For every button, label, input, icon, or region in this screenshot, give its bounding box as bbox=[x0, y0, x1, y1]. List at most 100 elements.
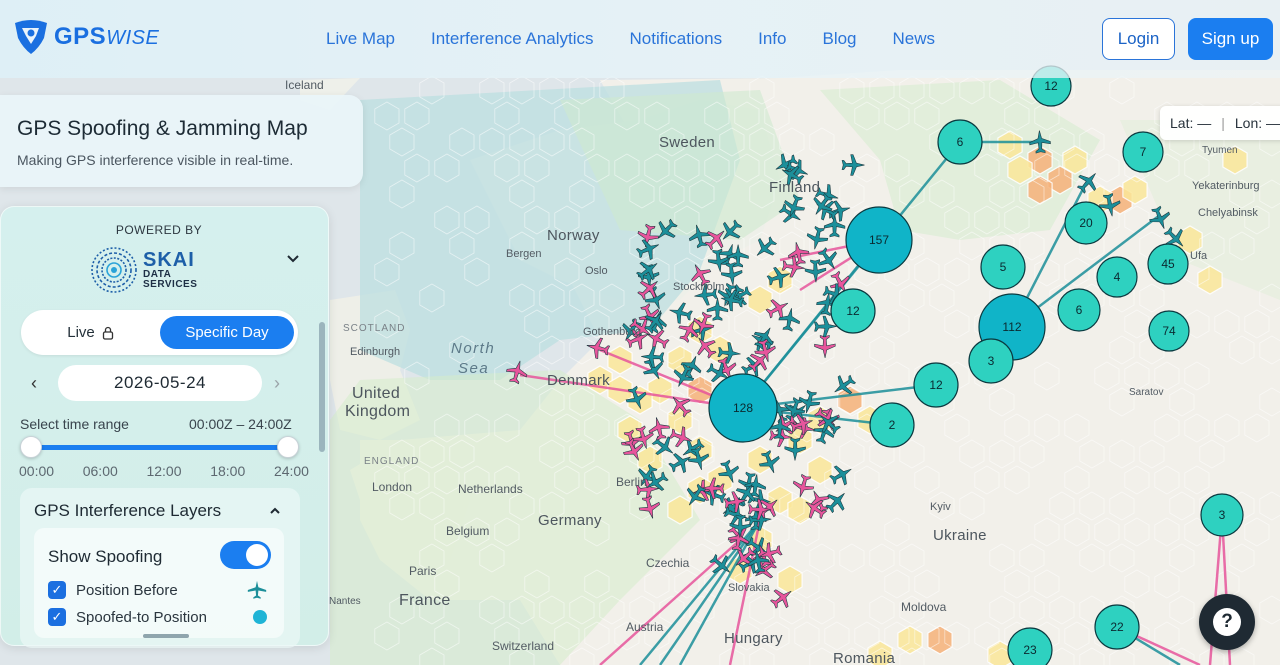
map-label-united: United bbox=[352, 385, 400, 403]
time-range-start-handle[interactable] bbox=[20, 436, 42, 458]
cluster-count: 128 bbox=[733, 401, 753, 415]
cluster-count: 112 bbox=[1002, 320, 1021, 334]
mode-toggle: Live Specific Day bbox=[21, 310, 298, 355]
cluster-marker[interactable]: 2 bbox=[870, 403, 914, 447]
login-button[interactable]: Login bbox=[1102, 18, 1175, 60]
map-label-sweden: Sweden bbox=[659, 134, 715, 151]
time-range-value: 00:00Z – 24:00Z bbox=[189, 416, 292, 432]
cluster-marker[interactable]: 12 bbox=[831, 289, 875, 333]
cluster-marker[interactable]: 157 bbox=[846, 207, 912, 273]
map-label-romania: Romania bbox=[833, 650, 895, 665]
tick-label: 12:00 bbox=[146, 463, 181, 479]
cluster-marker[interactable]: 6 bbox=[938, 120, 982, 164]
brand-logo[interactable]: GPSWISE bbox=[12, 18, 159, 56]
cluster-count: 157 bbox=[869, 233, 889, 247]
cluster-marker[interactable]: 20 bbox=[1065, 202, 1107, 244]
show-spoofing-toggle[interactable] bbox=[220, 541, 271, 569]
map-label-tyumen: Tyumen bbox=[1202, 145, 1238, 156]
cluster-count: 2 bbox=[889, 418, 896, 432]
cluster-count: 22 bbox=[1110, 620, 1124, 634]
map-label-paris: Paris bbox=[409, 564, 436, 578]
map-label-berlin: Berlin bbox=[616, 475, 647, 489]
cluster-marker[interactable]: 45 bbox=[1148, 244, 1188, 284]
cluster-count: 4 bbox=[1114, 270, 1121, 284]
map-label-london: London bbox=[372, 480, 412, 494]
cluster-marker[interactable]: 5 bbox=[981, 245, 1025, 289]
time-range-end-handle[interactable] bbox=[277, 436, 299, 458]
nav-news[interactable]: News bbox=[893, 29, 936, 49]
tick-label: 00:00 bbox=[19, 463, 54, 479]
cluster-count: 23 bbox=[1023, 643, 1037, 657]
mode-live-button[interactable]: Live bbox=[21, 310, 161, 355]
cluster-marker[interactable]: 3 bbox=[969, 339, 1013, 383]
interference-layers-section: GPS Interference Layers Show Spoofing ✓ … bbox=[20, 488, 300, 648]
cluster-count: 6 bbox=[1076, 303, 1083, 317]
chevron-down-icon[interactable] bbox=[285, 251, 301, 267]
map-label-austria: Austria bbox=[626, 620, 663, 634]
cursor-coordinates: Lat: — | Lon: — bbox=[1160, 106, 1280, 140]
cluster-count: 6 bbox=[957, 135, 964, 149]
map-label-yekaterinburg: Yekaterinburg bbox=[1192, 180, 1259, 192]
map-label-hungary: Hungary bbox=[724, 630, 783, 647]
nav-interference-analytics[interactable]: Interference Analytics bbox=[431, 29, 594, 49]
help-button[interactable]: ? bbox=[1199, 594, 1255, 650]
cluster-marker[interactable]: 12 bbox=[914, 363, 958, 407]
panel-scrollbar[interactable] bbox=[319, 322, 325, 452]
cluster-marker[interactable]: 22 bbox=[1095, 605, 1139, 649]
cluster-marker[interactable]: 128 bbox=[709, 374, 777, 442]
map-label-belgium: Belgium bbox=[446, 524, 489, 538]
map-label-finland: Finland bbox=[769, 179, 820, 196]
longitude-readout: Lon: — bbox=[1235, 115, 1280, 131]
signup-button[interactable]: Sign up bbox=[1188, 18, 1273, 60]
cluster-marker[interactable]: 4 bbox=[1097, 257, 1137, 297]
map-label-saratov: Saratov bbox=[1129, 387, 1163, 398]
gpswise-logo-icon bbox=[12, 18, 50, 56]
position-before-checkbox[interactable]: ✓ bbox=[48, 581, 66, 599]
page-subtitle: Making GPS interference visible in real-… bbox=[17, 152, 363, 168]
map-label-stockholm: Stockholm bbox=[673, 281, 724, 293]
nav-notifications[interactable]: Notifications bbox=[630, 29, 723, 49]
spoofed-to-checkbox[interactable]: ✓ bbox=[48, 608, 66, 626]
cluster-count: 20 bbox=[1079, 216, 1093, 230]
spoofed-dot-icon bbox=[253, 610, 267, 624]
panel-drag-handle[interactable] bbox=[143, 634, 189, 638]
cluster-count: 3 bbox=[988, 354, 995, 368]
tick-label: 18:00 bbox=[210, 463, 245, 479]
cluster-marker[interactable]: 74 bbox=[1149, 311, 1189, 351]
cluster-marker[interactable]: 7 bbox=[1123, 132, 1163, 172]
spoofing-layer-card: Show Spoofing ✓ Position Before ✓ Spoofe… bbox=[34, 528, 284, 638]
nav-live-map[interactable]: Live Map bbox=[326, 29, 395, 49]
cluster-count: 5 bbox=[1000, 260, 1007, 274]
partner-name: SKAI bbox=[143, 250, 197, 270]
mode-specific-day-button[interactable]: Specific Day bbox=[160, 316, 294, 349]
map-label-denmark: Denmark bbox=[547, 372, 610, 389]
date-next-icon[interactable]: › bbox=[274, 373, 280, 394]
date-picker[interactable]: 2026-05-24 bbox=[58, 365, 262, 401]
show-spoofing-label: Show Spoofing bbox=[48, 547, 162, 567]
cluster-marker[interactable]: 6 bbox=[1058, 289, 1100, 331]
cluster-marker[interactable]: 3 bbox=[1201, 494, 1243, 536]
position-before-row[interactable]: ✓ Position Before bbox=[48, 581, 178, 599]
map-label-bergen: Bergen bbox=[506, 248, 541, 260]
nav-info[interactable]: Info bbox=[758, 29, 786, 49]
chevron-up-icon[interactable] bbox=[268, 504, 282, 518]
map-label-england: ENGLAND bbox=[364, 456, 419, 467]
position-before-label: Position Before bbox=[76, 582, 178, 599]
nav-blog[interactable]: Blog bbox=[822, 29, 856, 49]
map-label-nantes: Nantes bbox=[329, 596, 361, 607]
map-title-card: GPS Spoofing & Jamming Map Making GPS in… bbox=[0, 95, 363, 187]
date-prev-icon[interactable]: ‹ bbox=[31, 373, 37, 394]
lock-icon bbox=[101, 326, 115, 340]
tick-label: 06:00 bbox=[83, 463, 118, 479]
time-range-track[interactable] bbox=[31, 445, 288, 450]
map-label-slovakia: Slovakia bbox=[728, 582, 770, 594]
map-label-scotland: SCOTLAND bbox=[343, 323, 405, 334]
page-title: GPS Spoofing & Jamming Map bbox=[17, 117, 363, 141]
cluster-count: 12 bbox=[1044, 79, 1058, 93]
control-panel: POWERED BY SKAI DATA SERVICES Live Speci… bbox=[0, 206, 329, 646]
map-label-kyiv: Kyiv bbox=[930, 501, 951, 513]
partner-sub-2: SERVICES bbox=[143, 280, 197, 290]
cluster-marker[interactable]: 23 bbox=[1008, 628, 1052, 665]
cluster-count: 12 bbox=[846, 304, 860, 318]
spoofed-to-row[interactable]: ✓ Spoofed-to Position bbox=[48, 608, 207, 626]
